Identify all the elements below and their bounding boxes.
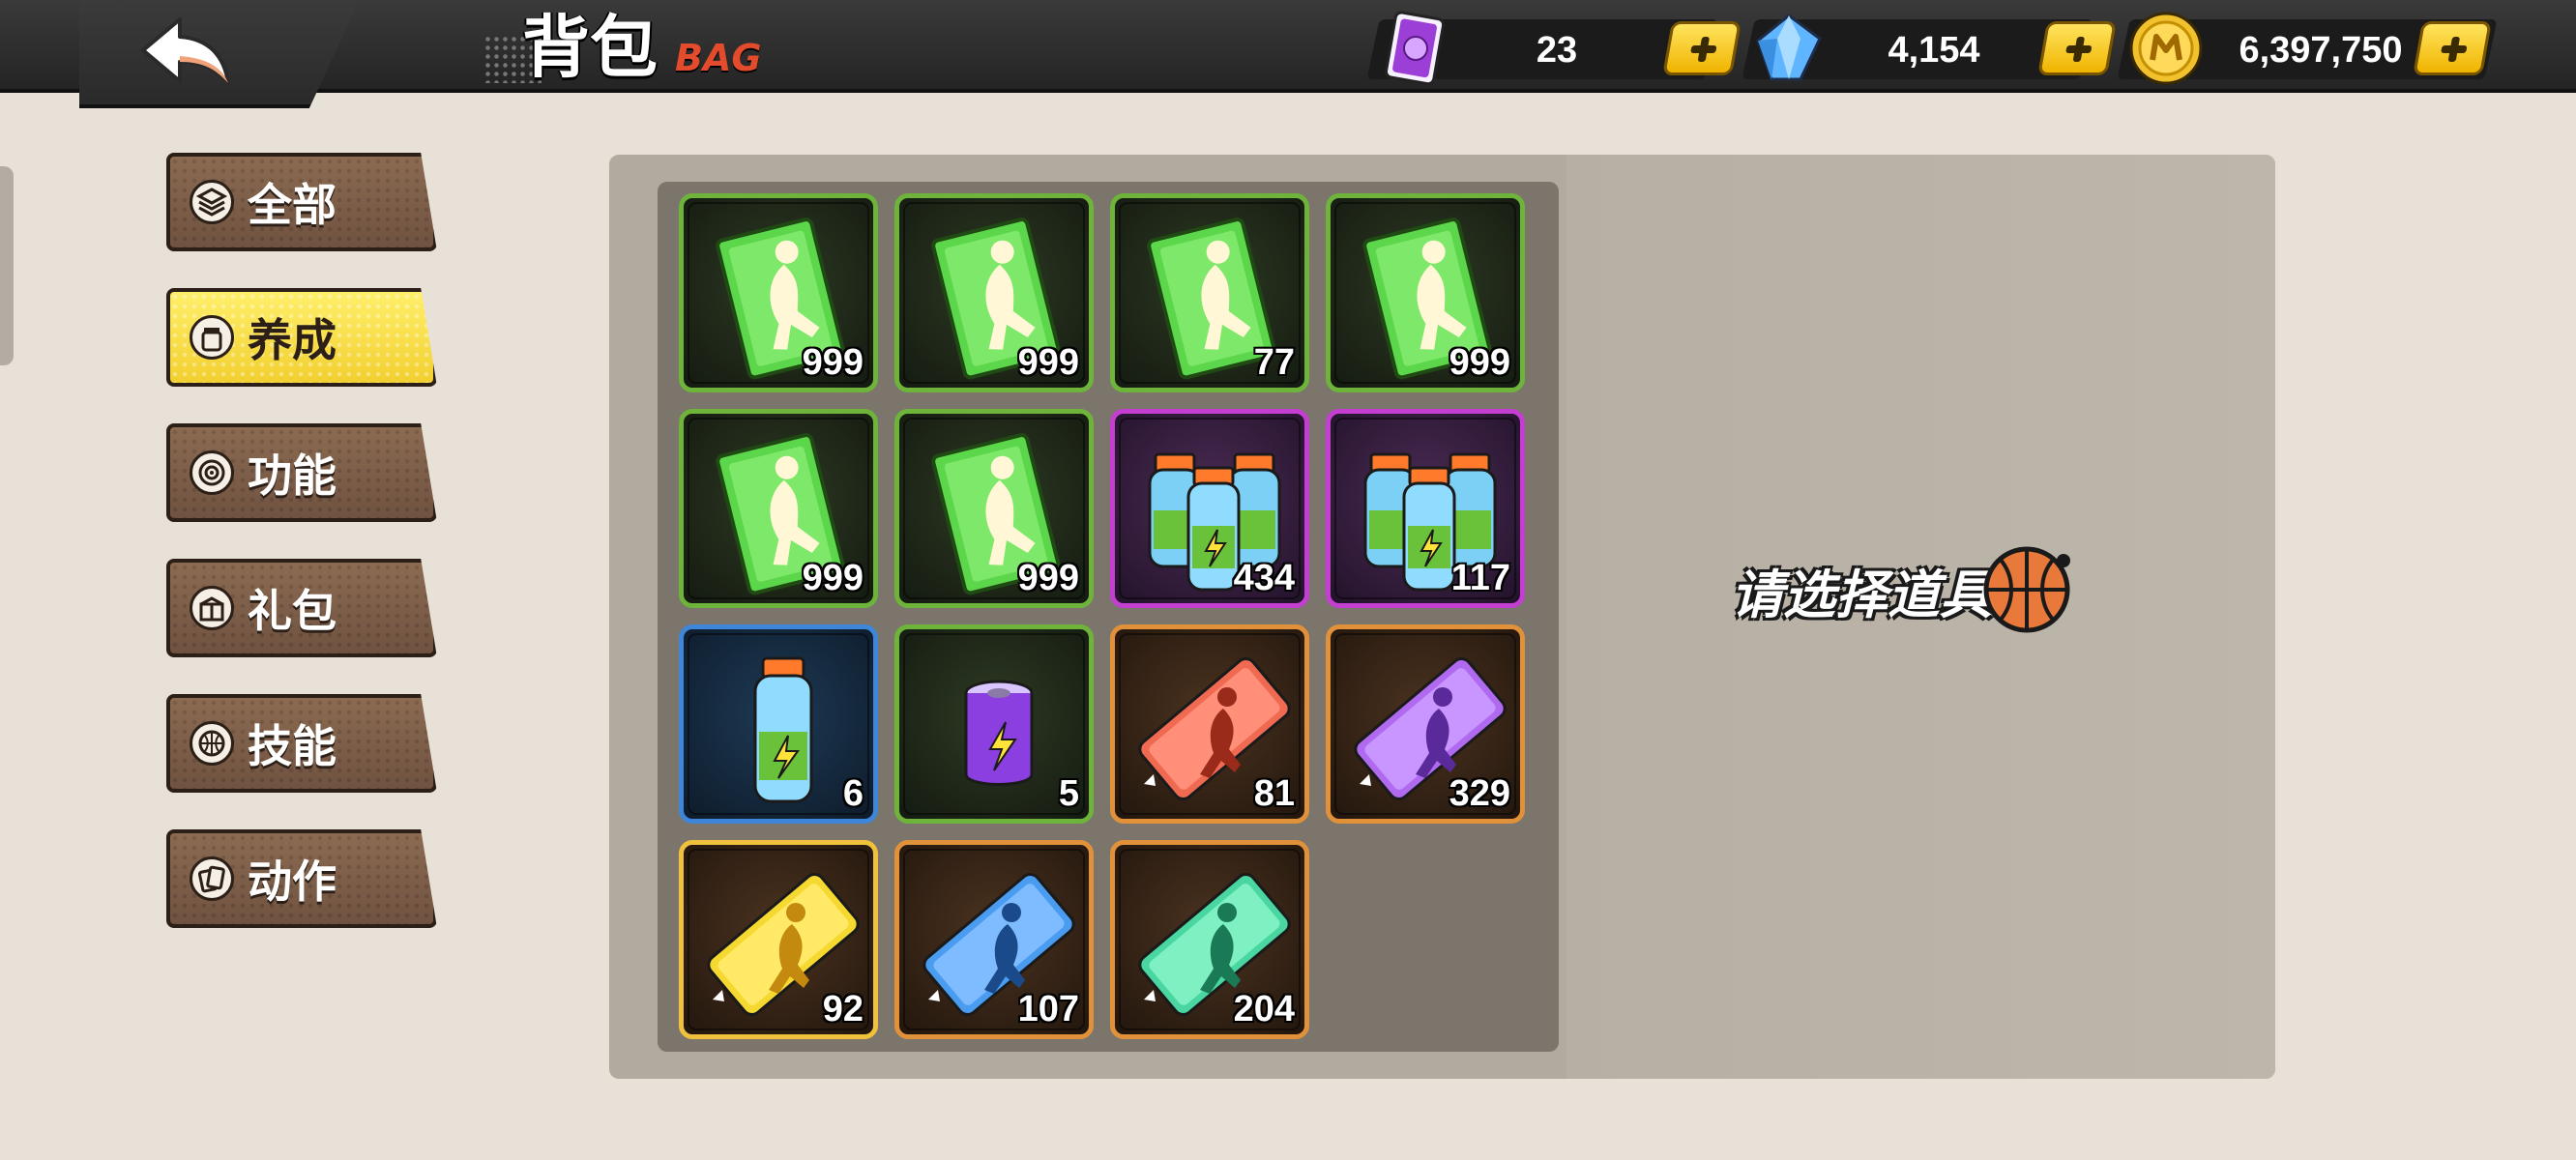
currency-coin-value: 6,397,750 [2239,30,2403,71]
item-quantity: 5 [1058,773,1079,814]
item-quantity: 6 [842,773,864,814]
item-quantity: 204 [1233,989,1295,1030]
tab-skill[interactable]: 技能 [166,694,437,793]
item-quantity: 77 [1253,342,1295,383]
item-slot[interactable]: 329 [1326,624,1525,824]
select-item-hint-text: 请选择道具 [1731,564,1992,625]
item-slot[interactable]: 999 [679,193,878,392]
back-arrow-icon [141,17,230,85]
item-quantity: 329 [1449,773,1510,814]
item-quantity: 999 [1017,558,1079,598]
item-quantity: 999 [1449,342,1510,383]
tab-all[interactable]: 全部 [166,153,437,251]
tab-action-label: 动作 [248,856,337,908]
tab-develop-label: 养成 [248,314,337,366]
tab-function[interactable]: 功能 [166,423,437,522]
item-slot[interactable]: 204 [1110,840,1309,1039]
tab-function-label: 功能 [248,450,337,502]
currency-diamond-value: 4,154 [1888,30,1980,71]
item-slot[interactable]: 92 [679,840,878,1039]
add-coin-button[interactable] [2413,21,2492,75]
item-slot[interactable]: 107 [894,840,1094,1039]
item-quantity: 434 [1233,558,1295,598]
tab-gift-pack-label: 礼包 [248,585,337,637]
purple-card-icon [1384,11,1446,86]
item-slot[interactable]: 999 [894,193,1094,392]
item-slot[interactable]: 6 [679,624,878,824]
add-card-button[interactable] [1662,21,1742,75]
item-quantity: 999 [802,558,864,598]
page-title-cn: 背包 [522,8,658,87]
target-icon [190,450,234,495]
tab-skill-label: 技能 [248,720,337,772]
item-quantity: 117 [1450,558,1510,598]
item-slot[interactable]: 999 [1326,193,1525,392]
item-slot[interactable]: 117 [1326,409,1525,608]
item-slot[interactable]: 999 [894,409,1094,608]
basketball-icon [190,721,234,766]
item-slot[interactable]: 5 [894,624,1094,824]
layers-icon [190,180,234,224]
add-diamond-button[interactable] [2037,21,2117,75]
diamond-icon [1756,14,1822,81]
item-quantity: 999 [1017,342,1079,383]
page-title: 背包 BAG [522,4,762,91]
tab-gift-pack[interactable]: 礼包 [166,559,437,657]
tab-all-label: 全部 [248,179,337,231]
item-quantity: 999 [802,342,864,383]
tab-action[interactable]: 动作 [166,829,437,928]
item-slot[interactable]: 77 [1110,193,1309,392]
select-item-hint: 请选择道具 [1731,546,2075,633]
basketball-icon [1983,546,2070,633]
gift-icon [190,586,234,630]
tab-develop[interactable]: 养成 [166,288,437,387]
item-slot[interactable]: 999 [679,409,878,608]
item-quantity: 92 [822,989,864,1030]
jar-icon [190,315,234,360]
page-title-en: BAG [675,37,762,79]
currency-card-value: 23 [1536,30,1578,71]
left-edge-handle[interactable] [0,166,14,365]
cards-icon [190,856,234,901]
item-slot[interactable]: 81 [1110,624,1309,824]
item-slot[interactable]: 434 [1110,409,1309,608]
item-quantity: 107 [1017,989,1079,1030]
item-quantity: 81 [1253,773,1295,814]
gold-coin-icon [2129,12,2203,85]
